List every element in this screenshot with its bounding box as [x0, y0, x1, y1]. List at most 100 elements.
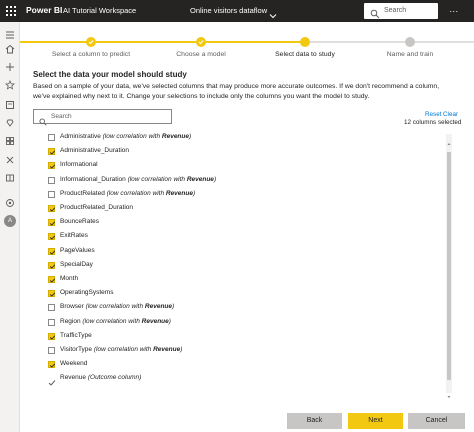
column-checkbox[interactable] [48, 205, 56, 212]
next-button[interactable]: Next [348, 413, 403, 429]
scroll-up-icon[interactable] [446, 134, 452, 145]
column-checkbox[interactable] [48, 190, 55, 198]
step-2-label: Choose a model [176, 51, 226, 58]
column-name: Administrative_Duration [60, 147, 130, 155]
metrics-icon[interactable] [5, 198, 15, 208]
column-label: Region (low correlation with Revenue) [60, 318, 171, 325]
column-row[interactable]: Administrative_Duration [44, 145, 444, 159]
column-name: SpecialDay [60, 260, 93, 268]
list-scrollbar[interactable] [446, 134, 452, 398]
step-connector [206, 41, 301, 43]
note-suffix: ) [213, 175, 217, 183]
more-options-button[interactable]: ... [447, 5, 461, 17]
column-name: ProductRelated_Duration [60, 204, 133, 211]
column-row[interactable]: Browser (low correlation with Revenue) [44, 301, 444, 315]
column-checkbox[interactable] [48, 134, 55, 141]
note-suffix: ) [168, 317, 171, 325]
column-checkbox[interactable] [48, 361, 56, 369]
note-suffix: ) [180, 346, 183, 353]
scroll-down-icon[interactable] [446, 387, 452, 398]
checkmark-icon [48, 374, 56, 387]
note-prefix: (low correlation with [82, 317, 142, 325]
column-row[interactable]: Administrative (low correlation with Rev… [44, 131, 444, 145]
shared-icon[interactable] [5, 136, 15, 146]
column-checkbox[interactable] [48, 261, 56, 269]
column-name: Weekend [60, 360, 88, 368]
column-row[interactable]: BounceRates [44, 216, 444, 230]
cancel-button[interactable]: Cancel [408, 413, 465, 429]
column-row[interactable]: ProductRelated (low correlation with Rev… [44, 188, 444, 202]
column-checkbox[interactable] [48, 219, 56, 227]
column-name: Browser [60, 303, 84, 311]
page-title: Select the data your model should study [33, 70, 187, 79]
workspace-name[interactable]: AI Tutorial Workspace [63, 6, 136, 15]
column-note: (low correlation with Revenue) [128, 176, 217, 183]
column-row[interactable]: Informational [44, 159, 444, 173]
column-row[interactable]: Weekend [44, 358, 444, 372]
step-3-label: Select data to study [275, 51, 335, 58]
column-row[interactable]: SpecialDay [44, 259, 444, 273]
column-search-input[interactable]: Search [33, 109, 172, 126]
column-checkbox[interactable] [48, 148, 56, 156]
brand-name[interactable]: Power BI [26, 5, 62, 15]
column-checkbox[interactable] [48, 290, 56, 298]
column-row[interactable]: TrafficType [44, 330, 444, 344]
column-row[interactable]: Revenue (Outcome column) [44, 372, 444, 387]
column-row[interactable]: ProductRelated_Duration [44, 202, 444, 216]
star-icon[interactable] [5, 80, 15, 90]
column-label: BounceRates [60, 218, 99, 225]
recent-icon[interactable] [5, 100, 15, 110]
column-label: Revenue (Outcome column) [60, 374, 141, 381]
learn-icon[interactable] [5, 173, 15, 183]
column-checkbox[interactable] [48, 318, 55, 326]
dataflow-name[interactable]: Online visitors dataflow [190, 6, 267, 15]
plus-icon[interactable] [5, 62, 15, 72]
column-checkbox[interactable] [48, 332, 56, 340]
column-row[interactable]: Region (low correlation with Revenue) [44, 316, 444, 330]
column-checkbox[interactable] [48, 247, 56, 255]
wizard-stepper: Select a column to predict Choose a mode… [20, 22, 474, 67]
column-checkbox[interactable] [48, 176, 55, 184]
step-2-check-icon [196, 37, 206, 47]
note-prefix: (low correlation with [106, 189, 166, 197]
column-checkbox[interactable] [48, 347, 55, 354]
column-row[interactable]: ExitRates [44, 230, 444, 244]
avatar[interactable]: A [4, 215, 16, 227]
column-name: BounceRates [60, 218, 100, 226]
column-label: ProductRelated (low correlation with Rev… [60, 190, 195, 197]
apps-icon[interactable] [5, 118, 15, 128]
column-row[interactable]: Month [44, 273, 444, 287]
column-label: ExitRates [60, 232, 88, 239]
column-checkbox[interactable] [48, 233, 56, 241]
column-name: Month [60, 275, 79, 282]
global-search-input[interactable]: Search [364, 3, 438, 19]
back-button[interactable]: Back [287, 413, 342, 429]
column-label: ProductRelated_Duration [60, 204, 133, 211]
clear-link[interactable]: Clear [443, 111, 458, 118]
home-icon[interactable] [5, 44, 15, 54]
note-prefix: (low correlation with [127, 175, 187, 183]
column-checkbox[interactable] [48, 304, 55, 312]
column-label: TrafficType [60, 332, 92, 339]
column-row[interactable]: VisitorType (low correlation with Revenu… [44, 344, 444, 358]
note-prefix: (low correlation with [85, 303, 145, 311]
column-row[interactable]: OperatingSystems [44, 287, 444, 301]
column-row[interactable]: PageValues [44, 245, 444, 259]
deployment-icon[interactable] [5, 155, 15, 165]
hamburger-icon[interactable] [5, 30, 15, 40]
step-3-current-dot [300, 37, 310, 47]
column-row[interactable]: Informational_Duration (low correlation … [44, 174, 444, 188]
note-suffix: ) [189, 133, 192, 140]
note-target-column: Revenue [161, 133, 189, 140]
note-target-column: Revenue [144, 303, 173, 311]
left-nav-rail: A [0, 22, 20, 432]
step-1-label: Select a column to predict [51, 51, 131, 58]
column-name: PageValues [60, 246, 95, 254]
scroll-thumb[interactable] [447, 152, 451, 380]
app-launcher-icon[interactable] [4, 4, 18, 18]
chevron-down-icon[interactable] [269, 7, 277, 19]
column-checkbox[interactable] [48, 162, 56, 170]
column-checkbox[interactable] [48, 276, 56, 283]
search-icon [39, 113, 47, 126]
reset-link[interactable]: Reset [425, 111, 441, 118]
